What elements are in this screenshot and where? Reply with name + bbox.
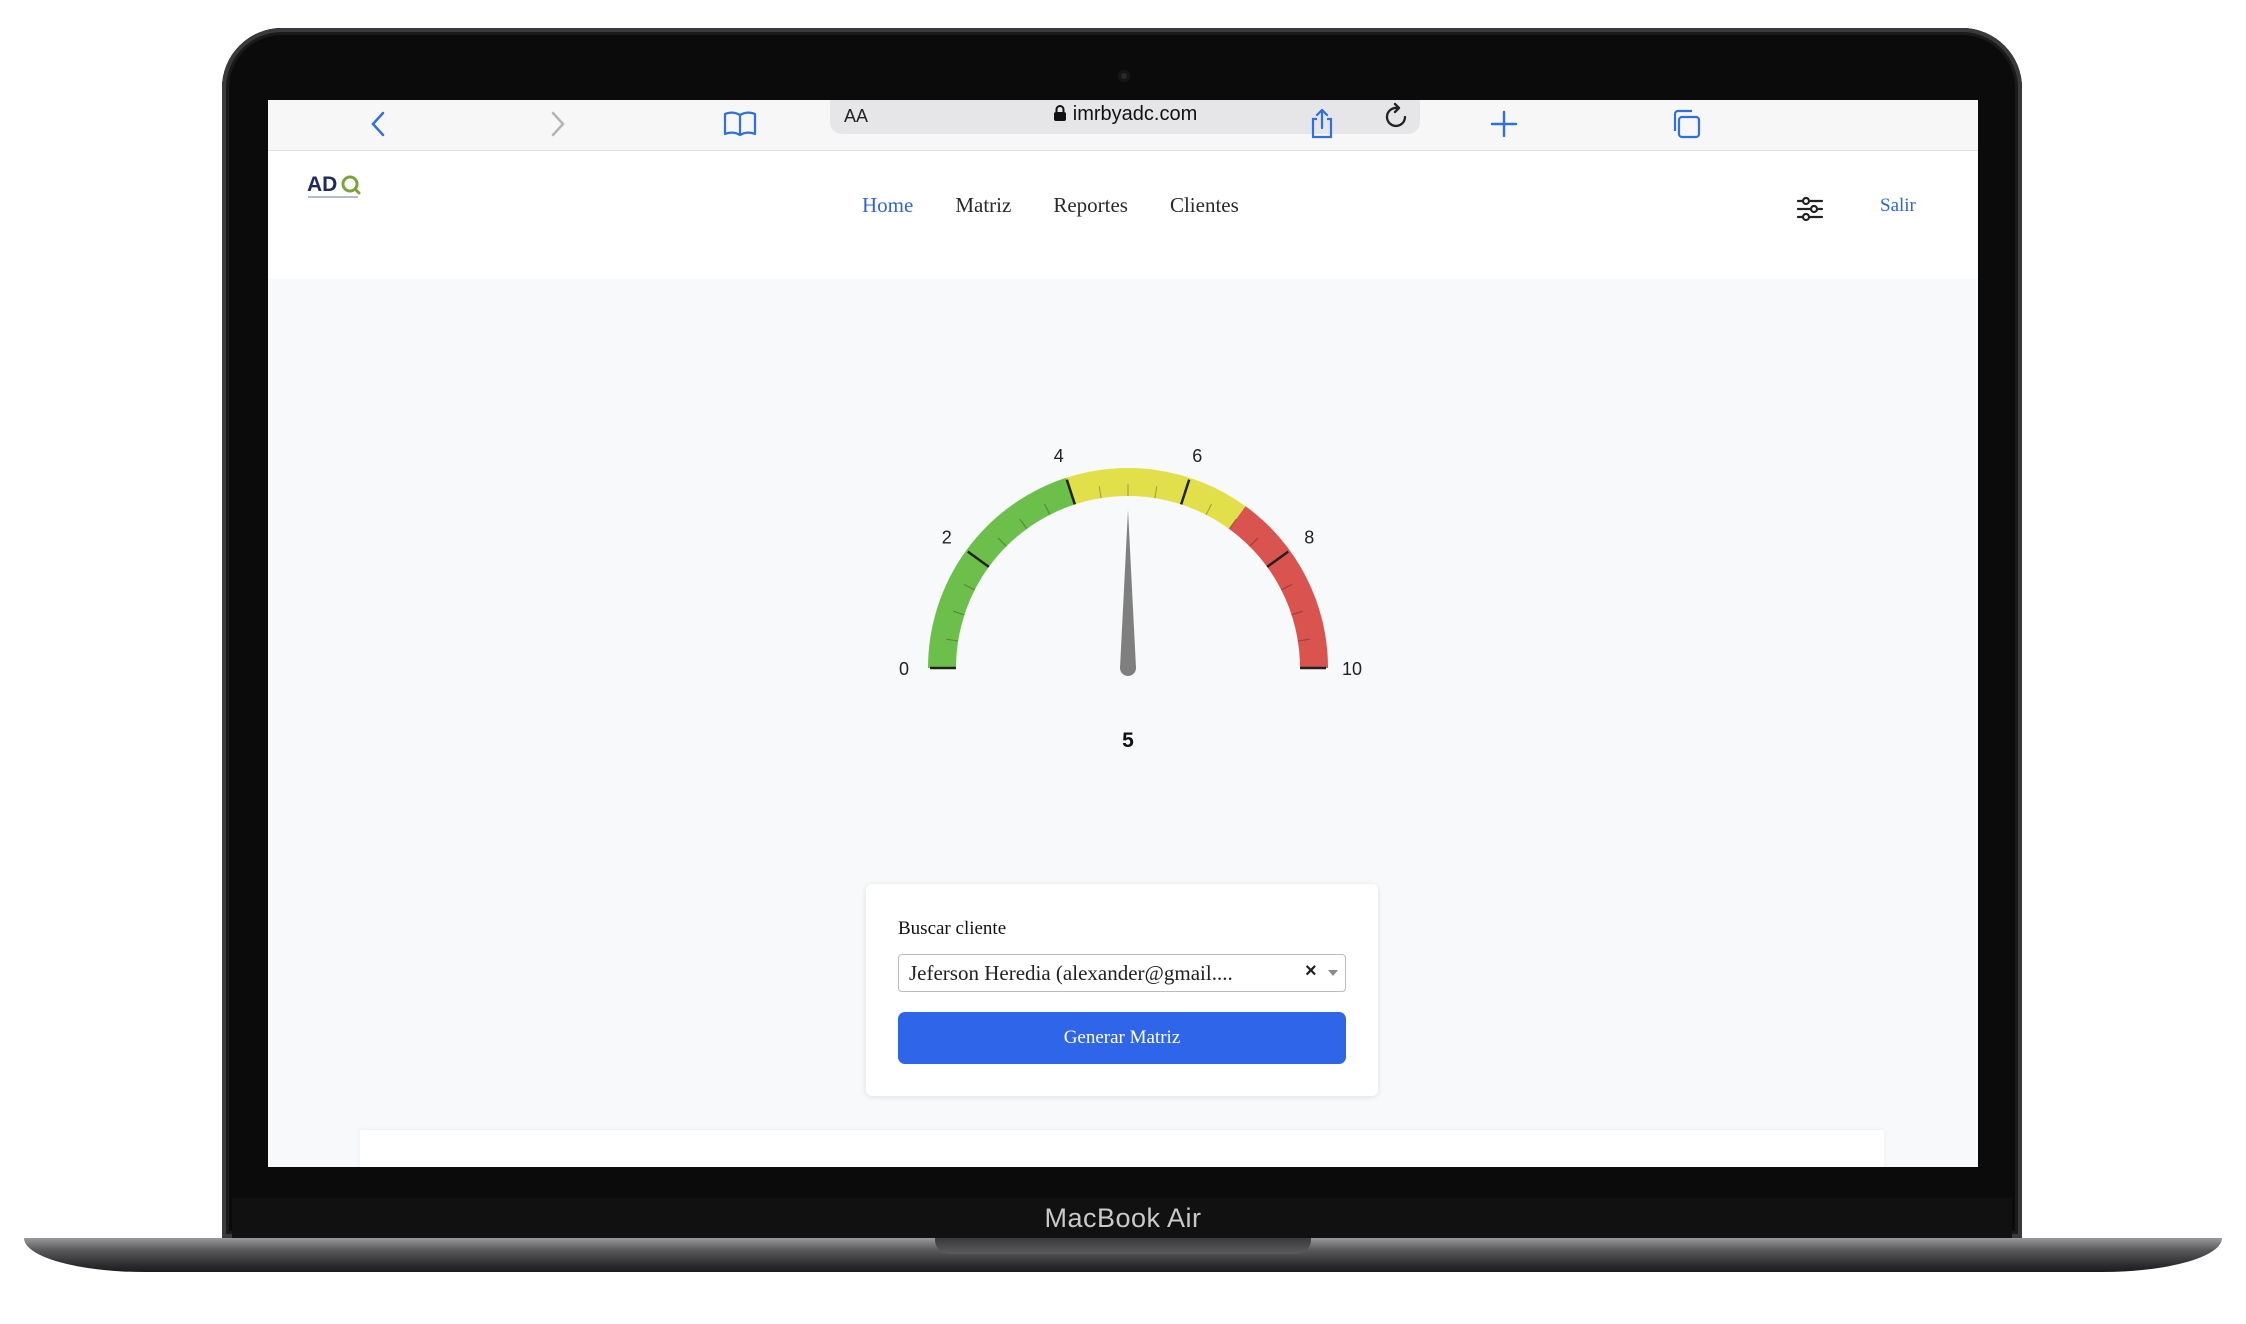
gauge-tick-label: 8 xyxy=(1304,527,1314,547)
search-client-card: Buscar cliente Jeferson Heredia (alexand… xyxy=(866,884,1378,1096)
generate-matrix-button[interactable]: Generar Matriz xyxy=(898,1012,1346,1064)
chevron-down-icon[interactable] xyxy=(1328,970,1338,976)
device-label: MacBook Air xyxy=(1044,1203,1202,1233)
gauge-tick-label: 2 xyxy=(942,527,952,547)
back-icon[interactable] xyxy=(360,106,396,142)
url-text: imrbyadc.com xyxy=(1072,103,1198,125)
reload-icon[interactable] xyxy=(1384,102,1410,130)
logout-link[interactable]: Salir xyxy=(1880,195,1916,217)
bookmarks-icon[interactable] xyxy=(722,106,758,142)
nav-reportes[interactable]: Reportes xyxy=(1053,193,1128,218)
gauge-segment-1 xyxy=(1066,468,1246,529)
camera-icon xyxy=(1118,70,1130,82)
screen: AA imrbyadc.com AD Home Matriz Reportes xyxy=(268,100,1978,1167)
clear-selection-icon[interactable]: × xyxy=(1305,960,1317,983)
browser-toolbar: AA imrbyadc.com xyxy=(268,100,1978,151)
risk-gauge: 0 2 4 6 8 10 5 xyxy=(899,446,1362,752)
gauge-tick-label: 0 xyxy=(899,659,909,679)
content-panel xyxy=(360,1130,1884,1167)
nav-home[interactable]: Home xyxy=(862,193,913,218)
new-tab-icon[interactable] xyxy=(1486,106,1522,142)
gauge-needle-cap xyxy=(1120,660,1136,676)
client-select-value: Jeferson Heredia (alexander@gmail.... xyxy=(909,961,1233,985)
lock-icon xyxy=(1053,105,1066,121)
svg-text:AD: AD xyxy=(307,173,337,196)
share-icon[interactable] xyxy=(1304,106,1340,142)
gauge-tick-label: 10 xyxy=(1342,659,1362,679)
gauge-needle xyxy=(1120,510,1136,668)
logo-icon[interactable]: AD xyxy=(306,169,366,203)
settings-sliders-icon[interactable] xyxy=(1794,193,1826,225)
search-client-label: Buscar cliente xyxy=(898,918,1007,939)
nav-matriz[interactable]: Matriz xyxy=(955,193,1011,218)
nav-clientes[interactable]: Clientes xyxy=(1170,193,1239,218)
gauge-value: 5 xyxy=(1122,729,1134,752)
gauge-tick-label: 6 xyxy=(1192,446,1202,466)
laptop-notch xyxy=(935,1238,1311,1254)
forward-icon[interactable] xyxy=(540,106,576,142)
main-nav: Home Matriz Reportes Clientes xyxy=(862,193,1281,218)
gauge-tick-label: 4 xyxy=(1054,446,1064,466)
client-select[interactable]: Jeferson Heredia (alexander@gmail.... × xyxy=(898,954,1346,992)
site-header: AD Home Matriz Reportes Clientes Salir xyxy=(268,151,1978,279)
tabs-icon[interactable] xyxy=(1668,106,1704,142)
